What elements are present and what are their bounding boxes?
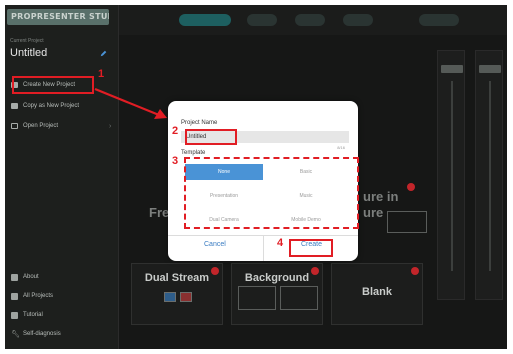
arrow-annotation	[94, 87, 167, 119]
scene-preview	[387, 211, 427, 233]
top-button[interactable]	[419, 14, 459, 26]
highlight-box-step-1	[12, 76, 94, 94]
divider	[263, 235, 264, 261]
sidebar-item-all-projects[interactable]: All Projects	[11, 289, 53, 303]
highlight-box-step-3	[184, 157, 359, 229]
app-screen: Free ure in ure Dual Stream Background B…	[5, 5, 507, 349]
scene-preview	[238, 286, 276, 310]
top-button[interactable]	[179, 14, 231, 26]
audio-fader[interactable]	[437, 50, 465, 300]
step-number-2: 2	[172, 125, 179, 137]
audio-fader[interactable]	[475, 50, 503, 300]
char-counter: 8/16	[337, 145, 345, 150]
fader-track	[489, 81, 491, 271]
delete-icon[interactable]	[311, 267, 319, 275]
project-name-label: Project Name	[181, 120, 218, 126]
sidebar-item-self-diagnosis[interactable]: 🔧︎ Self-diagnosis	[11, 327, 61, 341]
card-title: Dual Stream	[144, 272, 210, 284]
step-number-3: 3	[172, 155, 179, 167]
copy-icon	[11, 103, 18, 109]
card-title: Blank	[362, 286, 392, 298]
folder-icon	[11, 123, 18, 129]
app-logo: PROPRESENTER STUDIO	[7, 9, 109, 25]
fader-knob[interactable]	[479, 65, 501, 73]
fader-knob[interactable]	[441, 65, 463, 73]
scene-card-background[interactable]: Background	[231, 263, 323, 325]
fader-track	[451, 81, 453, 271]
delete-icon[interactable]	[411, 267, 419, 275]
stream-thumb-icon	[180, 292, 192, 302]
cancel-button[interactable]: Cancel	[204, 241, 226, 248]
top-button[interactable]	[295, 14, 325, 26]
sidebar-item-label: Self-diagnosis	[23, 331, 61, 337]
sidebar: PROPRESENTER STUDIO Current Project Unti…	[5, 5, 119, 349]
sidebar-item-tutorial[interactable]: Tutorial	[11, 308, 43, 322]
sidebar-item-label: Tutorial	[23, 312, 43, 318]
highlight-box-step-2	[185, 129, 237, 145]
sidebar-item-label: Open Project	[23, 123, 59, 129]
top-button[interactable]	[247, 14, 277, 26]
top-button[interactable]	[343, 14, 373, 26]
sidebar-item-label: Copy as New Project	[23, 103, 80, 109]
delete-icon[interactable]	[407, 183, 415, 191]
current-project-label: Current Project	[10, 38, 44, 44]
scene-title-partial: ure	[363, 205, 384, 220]
delete-icon[interactable]	[211, 267, 219, 275]
template-label: Template	[181, 150, 206, 156]
current-project-title: Untitled	[10, 47, 48, 59]
sidebar-item-label: About	[23, 274, 39, 280]
scene-card-blank[interactable]: Blank	[331, 263, 423, 325]
sidebar-item-label: All Projects	[23, 293, 54, 299]
stream-thumb-icon	[164, 292, 176, 302]
info-icon	[11, 273, 18, 281]
sidebar-item-about[interactable]: About	[11, 270, 39, 284]
step-number-4: 4	[277, 237, 284, 249]
top-bar	[119, 5, 507, 35]
scene-card-dual-stream[interactable]: Dual Stream	[131, 263, 223, 325]
scene-preview	[280, 286, 318, 310]
card-title: Background	[244, 272, 310, 284]
scene-title-partial: ure in	[363, 189, 399, 204]
projects-icon	[11, 292, 18, 300]
pencil-icon[interactable]	[100, 50, 107, 57]
highlight-box-step-4	[289, 239, 333, 257]
tutorial-icon	[11, 311, 18, 319]
sidebar-item-copy-as-new-project[interactable]: Copy as New Project	[11, 99, 79, 113]
sidebar-item-open-project[interactable]: Open Project	[11, 119, 58, 133]
wrench-icon: 🔧︎	[11, 330, 20, 338]
